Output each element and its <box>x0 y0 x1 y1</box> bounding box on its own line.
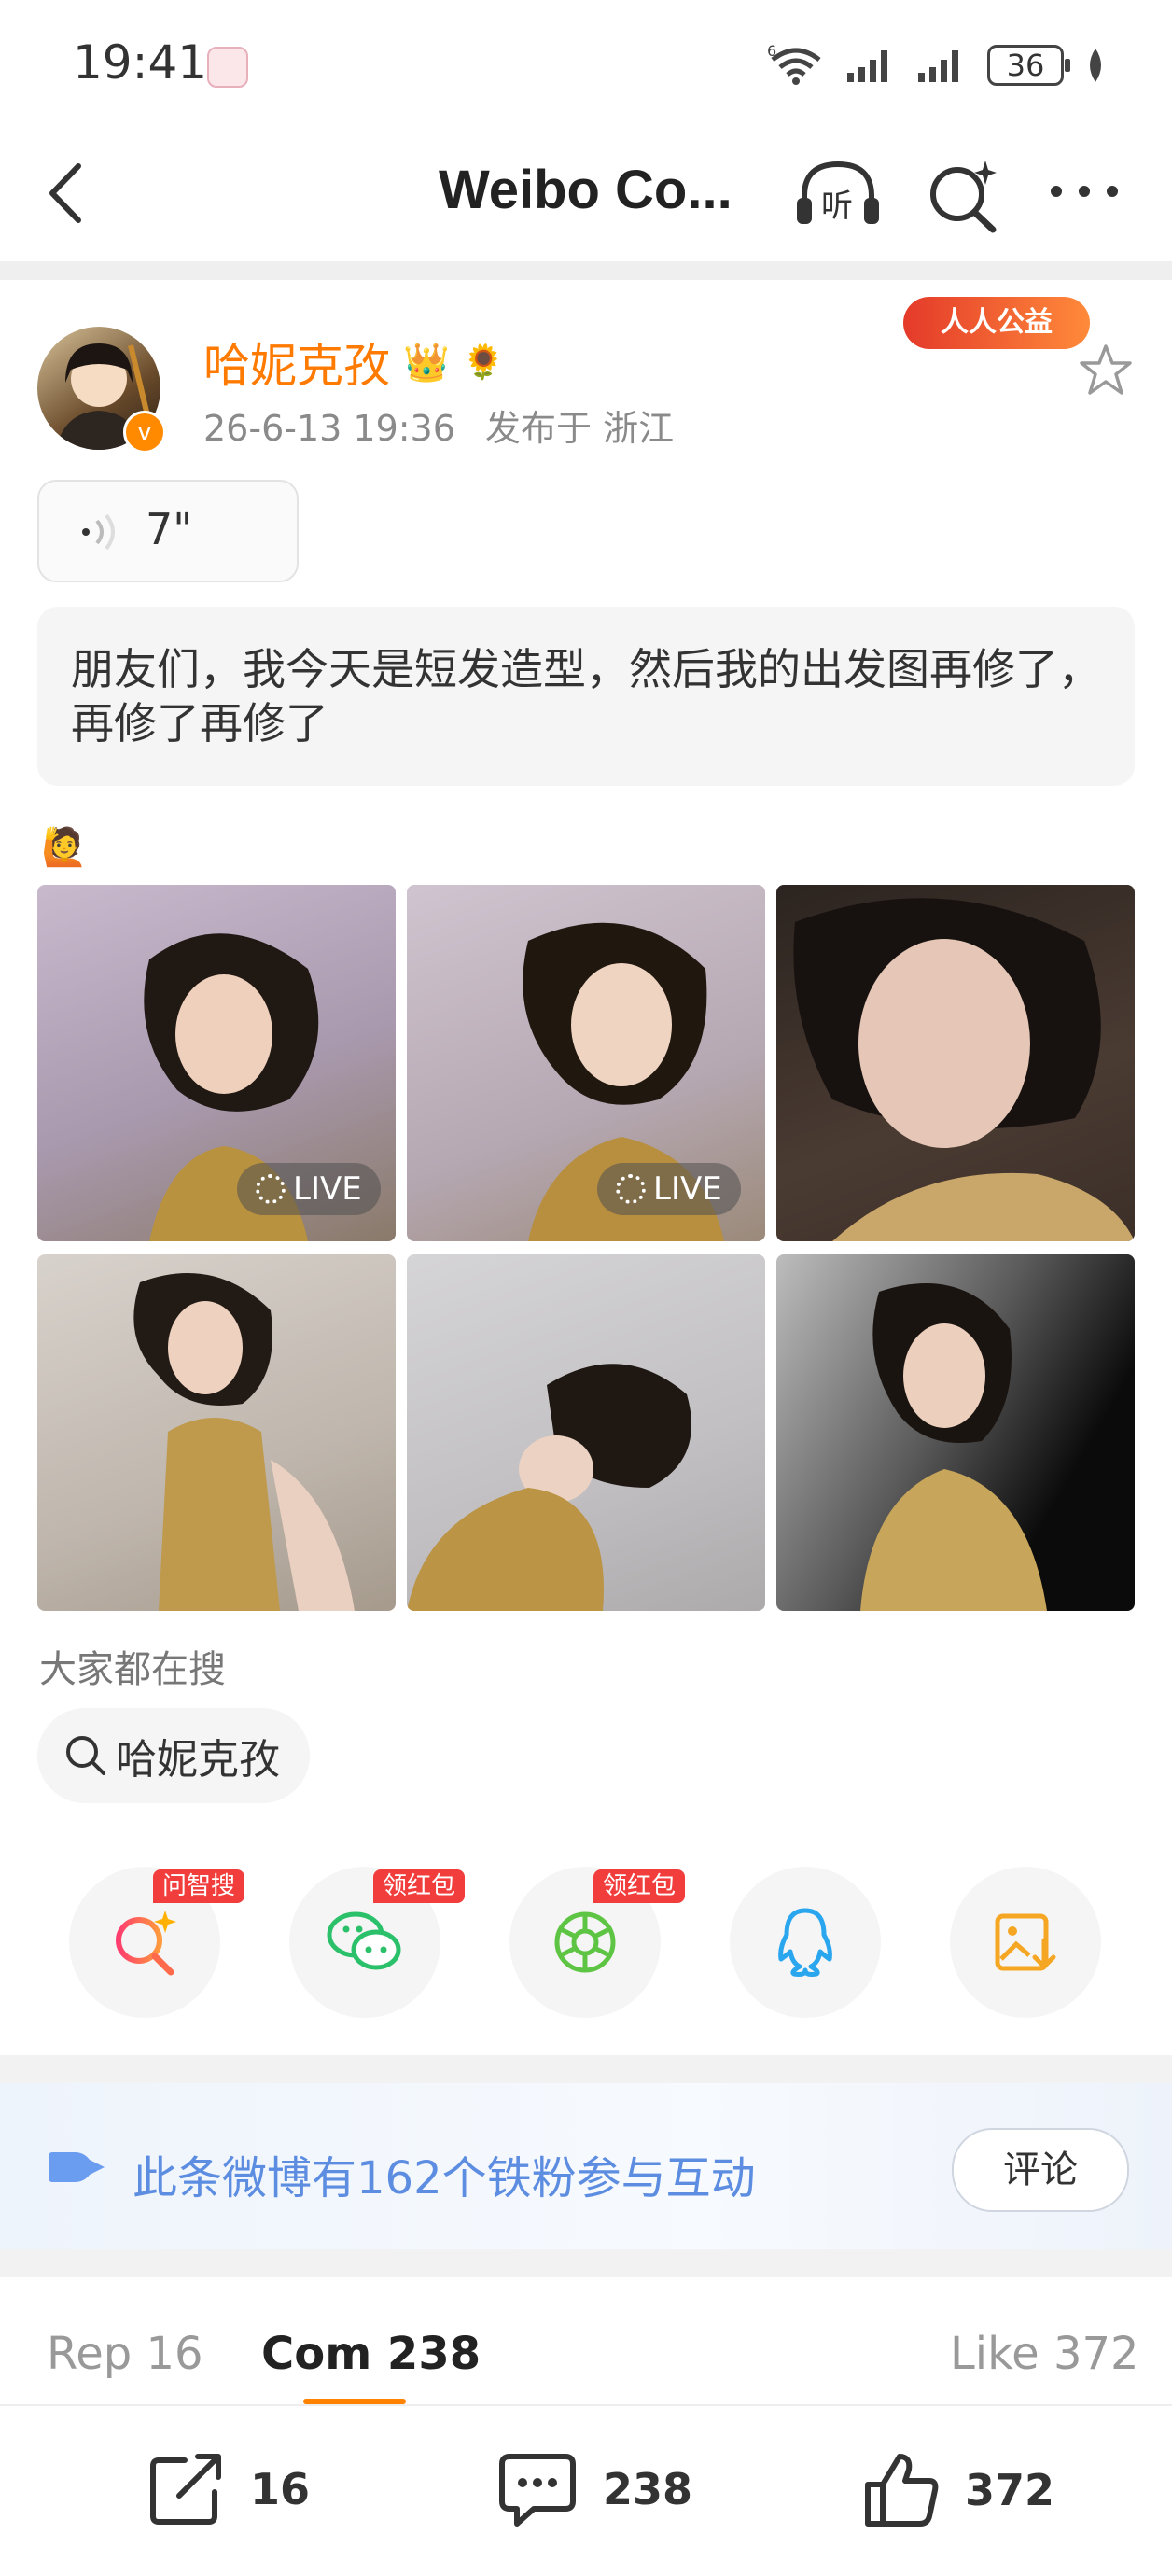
headphones-icon: 听 <box>797 161 879 225</box>
photo-4[interactable] <box>37 1254 396 1611</box>
divider <box>0 2055 1172 2083</box>
photo-3-illustration <box>793 898 1135 1241</box>
repost-button[interactable]: 16 <box>147 2451 310 2527</box>
comment-button[interactable]: 评论 <box>952 2128 1129 2212</box>
username[interactable]: 哈妮克孜 <box>203 329 390 396</box>
status-bar: 19:41 6 36 <box>0 0 1172 131</box>
search-sparkle-icon <box>930 161 997 233</box>
repost-icon <box>150 2454 221 2525</box>
smart-search-icon <box>116 1911 176 1976</box>
repost-count: 16 <box>250 2464 311 2514</box>
live-icon <box>616 1174 646 1204</box>
network-type: 6 <box>767 45 776 60</box>
live-label: LIVE <box>653 1170 722 1208</box>
post-emoji: 🙋 <box>41 826 88 869</box>
listen-label: 听 <box>821 188 853 225</box>
page-title: Weibo Co... <box>439 160 732 220</box>
photo-4-illustration <box>133 1273 355 1611</box>
photo-6[interactable] <box>776 1254 1135 1611</box>
trending-search-chip[interactable]: 哈妮克孜 <box>37 1708 310 1803</box>
divider <box>0 2249 1172 2277</box>
live-icon <box>256 1174 286 1204</box>
red-packet-tag: 领红包 <box>373 1869 466 1903</box>
more-dots-icon <box>1051 186 1118 197</box>
crown-icon: 👑 <box>403 341 450 385</box>
comment-count: 238 <box>603 2464 693 2514</box>
trending-search-label: 大家都在搜 <box>39 1648 226 1691</box>
voice-wave-icon <box>78 511 123 556</box>
post-location: 发布于 浙江 <box>485 408 675 449</box>
red-packet-tag: 领红包 <box>593 1869 686 1903</box>
smart-search-tag: 问智搜 <box>153 1869 245 1903</box>
back-button[interactable] <box>37 161 93 226</box>
wechat-icon <box>327 1911 401 1970</box>
more-button[interactable] <box>1047 177 1122 205</box>
share-qq-button[interactable] <box>730 1867 881 2018</box>
like-count: 372 <box>965 2465 1055 2515</box>
battery-indicator: 36 <box>987 45 1070 86</box>
photo-3[interactable] <box>776 885 1135 1241</box>
star-icon <box>1080 344 1132 395</box>
tab-repost[interactable]: Rep 16 <box>47 2328 203 2380</box>
live-badge: LIVE <box>597 1163 741 1215</box>
tab-comment[interactable]: Com 238 <box>261 2328 481 2380</box>
sunflower-icon: 🌻 <box>462 343 505 382</box>
status-icons: 6 36 <box>767 37 1107 93</box>
save-image-button[interactable] <box>950 1867 1101 2018</box>
listen-button[interactable]: 听 <box>795 159 881 230</box>
moments-icon <box>554 1911 616 1973</box>
photo-1[interactable]: LIVE <box>37 885 396 1241</box>
charity-badge[interactable]: 人人公益 <box>903 297 1090 349</box>
voice-duration: 7" <box>146 504 193 554</box>
signal-icon-2 <box>918 50 958 82</box>
post-time: 26-6-13 19:36 <box>203 408 455 449</box>
search-icon <box>66 1736 105 1775</box>
comment-action-button[interactable]: 238 <box>496 2451 692 2527</box>
fan-interaction-text: 此条微博有162个铁粉参与互动 <box>133 2152 756 2205</box>
wifi-icon: 6 <box>767 45 821 85</box>
search-chip-text: 哈妮克孜 <box>116 1736 280 1784</box>
thumbs-up-icon <box>865 2454 939 2527</box>
leaf-icon <box>1090 49 1101 82</box>
save-image-icon <box>995 1913 1056 1971</box>
verified-badge-icon: v <box>123 411 166 454</box>
favorite-button[interactable] <box>1073 338 1138 403</box>
qq-icon <box>778 1908 832 1977</box>
live-label: LIVE <box>293 1170 362 1208</box>
divider <box>0 261 1172 280</box>
fan-icon <box>47 2149 106 2190</box>
live-badge: LIVE <box>237 1163 381 1215</box>
status-time: 19:41 <box>73 35 208 90</box>
signal-icon-1 <box>847 50 887 82</box>
app-notification-icon <box>207 47 248 88</box>
photo-2[interactable]: LIVE <box>407 885 765 1241</box>
like-button[interactable]: 372 <box>862 2451 1054 2529</box>
photo-6-illustration <box>860 1283 1047 1611</box>
username-row: 哈妮克孜 👑 🌻 <box>203 329 505 396</box>
post-text: 朋友们，我今天是短发造型，然后我的出发图再修了，再修了再修了 <box>71 644 1101 749</box>
post-meta: 26-6-13 19:36 发布于 浙江 <box>203 399 674 451</box>
tab-like[interactable]: Like 372 <box>950 2328 1139 2380</box>
photo-5[interactable] <box>407 1254 765 1611</box>
smart-search-button[interactable] <box>924 157 1002 235</box>
photo-5-illustration <box>407 1364 691 1611</box>
chevron-left-icon <box>49 163 81 223</box>
comment-icon <box>499 2454 576 2527</box>
